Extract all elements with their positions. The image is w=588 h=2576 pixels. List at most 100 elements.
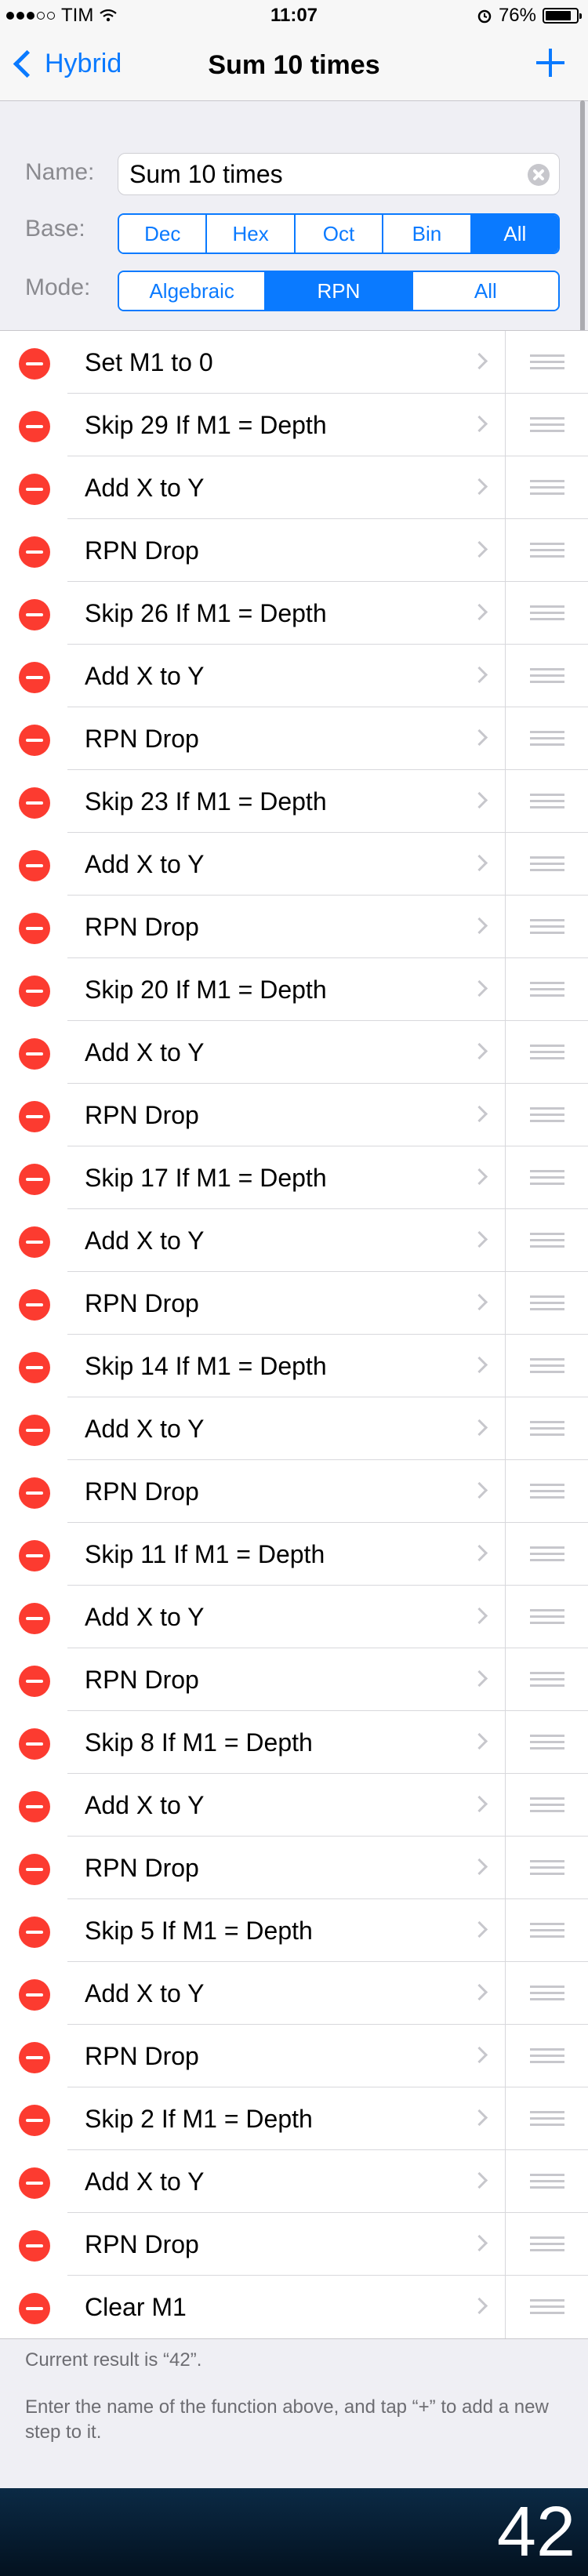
step-row[interactable]: Skip 2 If M1 = Depth	[0, 2087, 588, 2150]
delete-step-icon[interactable]	[19, 1728, 50, 1760]
base-option-bin[interactable]: Bin	[382, 215, 470, 253]
delete-step-icon[interactable]	[19, 1917, 50, 1948]
add-step-button[interactable]	[536, 49, 564, 77]
base-option-dec[interactable]: Dec	[119, 215, 206, 253]
step-row[interactable]: Skip 11 If M1 = Depth	[0, 1523, 588, 1586]
mode-option-all[interactable]: All	[411, 272, 558, 310]
reorder-handle-icon[interactable]	[530, 354, 564, 370]
step-row[interactable]: RPN Drop	[0, 2025, 588, 2087]
step-row[interactable]: Add X to Y	[0, 1962, 588, 2025]
delete-step-icon[interactable]	[19, 913, 50, 944]
step-row[interactable]: RPN Drop	[0, 1648, 588, 1711]
reorder-handle-icon[interactable]	[530, 1233, 564, 1248]
step-row[interactable]: Add X to Y	[0, 833, 588, 896]
base-option-hex[interactable]: Hex	[205, 215, 294, 253]
delete-step-icon[interactable]	[19, 2293, 50, 2324]
step-row[interactable]: RPN Drop	[0, 2213, 588, 2276]
reorder-handle-icon[interactable]	[530, 1484, 564, 1499]
delete-step-icon[interactable]	[19, 348, 50, 380]
reorder-handle-icon[interactable]	[530, 2111, 564, 2127]
step-row[interactable]: Add X to Y	[0, 456, 588, 519]
step-row[interactable]: RPN Drop	[0, 1837, 588, 1899]
delete-step-icon[interactable]	[19, 536, 50, 568]
step-row[interactable]: RPN Drop	[0, 1272, 588, 1335]
step-row[interactable]: Add X to Y	[0, 1209, 588, 1272]
delete-step-icon[interactable]	[19, 1352, 50, 1383]
reorder-handle-icon[interactable]	[530, 1797, 564, 1813]
reorder-handle-icon[interactable]	[530, 417, 564, 433]
reorder-handle-icon[interactable]	[530, 982, 564, 997]
reorder-handle-icon[interactable]	[530, 2174, 564, 2189]
reorder-handle-icon[interactable]	[530, 1986, 564, 2001]
step-row[interactable]: RPN Drop	[0, 519, 588, 582]
clear-icon[interactable]	[528, 164, 550, 186]
step-row[interactable]: Skip 26 If M1 = Depth	[0, 582, 588, 645]
step-row[interactable]: RPN Drop	[0, 1084, 588, 1146]
step-row[interactable]: Skip 17 If M1 = Depth	[0, 1146, 588, 1209]
step-row[interactable]: Skip 14 If M1 = Depth	[0, 1335, 588, 1397]
delete-step-icon[interactable]	[19, 474, 50, 505]
reorder-handle-icon[interactable]	[530, 856, 564, 872]
step-row[interactable]: Skip 20 If M1 = Depth	[0, 958, 588, 1021]
reorder-handle-icon[interactable]	[530, 605, 564, 621]
step-row[interactable]: RPN Drop	[0, 1460, 588, 1523]
delete-step-icon[interactable]	[19, 1164, 50, 1195]
delete-step-icon[interactable]	[19, 2105, 50, 2136]
delete-step-icon[interactable]	[19, 1477, 50, 1509]
reorder-handle-icon[interactable]	[530, 1735, 564, 1750]
step-row[interactable]: Add X to Y	[0, 2150, 588, 2213]
delete-step-icon[interactable]	[19, 1038, 50, 1070]
mode-option-algebraic[interactable]: Algebraic	[119, 272, 265, 310]
delete-step-icon[interactable]	[19, 1289, 50, 1321]
reorder-handle-icon[interactable]	[530, 1045, 564, 1060]
step-row[interactable]: Add X to Y	[0, 645, 588, 707]
reorder-handle-icon[interactable]	[530, 2048, 564, 2064]
reorder-handle-icon[interactable]	[530, 1295, 564, 1311]
step-row[interactable]: Add X to Y	[0, 1397, 588, 1460]
delete-step-icon[interactable]	[19, 2167, 50, 2199]
delete-step-icon[interactable]	[19, 2230, 50, 2262]
reorder-handle-icon[interactable]	[530, 1923, 564, 1938]
delete-step-icon[interactable]	[19, 850, 50, 881]
step-row[interactable]: Skip 8 If M1 = Depth	[0, 1711, 588, 1774]
reorder-handle-icon[interactable]	[530, 2236, 564, 2252]
delete-step-icon[interactable]	[19, 411, 50, 442]
reorder-handle-icon[interactable]	[530, 1546, 564, 1562]
step-row[interactable]: Add X to Y	[0, 1021, 588, 1084]
step-row[interactable]: Add X to Y	[0, 1774, 588, 1837]
reorder-handle-icon[interactable]	[530, 731, 564, 747]
reorder-handle-icon[interactable]	[530, 543, 564, 558]
delete-step-icon[interactable]	[19, 1979, 50, 2011]
delete-step-icon[interactable]	[19, 725, 50, 756]
delete-step-icon[interactable]	[19, 1101, 50, 1132]
step-row[interactable]: Set M1 to 0	[0, 331, 588, 394]
reorder-handle-icon[interactable]	[530, 1609, 564, 1625]
reorder-handle-icon[interactable]	[530, 480, 564, 496]
delete-step-icon[interactable]	[19, 787, 50, 819]
reorder-handle-icon[interactable]	[530, 1358, 564, 1374]
reorder-handle-icon[interactable]	[530, 794, 564, 809]
reorder-handle-icon[interactable]	[530, 1421, 564, 1437]
reorder-handle-icon[interactable]	[530, 1860, 564, 1876]
step-row[interactable]: Clear M1	[0, 2276, 588, 2338]
reorder-handle-icon[interactable]	[530, 919, 564, 935]
delete-step-icon[interactable]	[19, 976, 50, 1007]
reorder-handle-icon[interactable]	[530, 1107, 564, 1123]
step-row[interactable]: Skip 23 If M1 = Depth	[0, 770, 588, 833]
delete-step-icon[interactable]	[19, 1415, 50, 1446]
reorder-handle-icon[interactable]	[530, 668, 564, 684]
step-row[interactable]: Add X to Y	[0, 1586, 588, 1648]
step-row[interactable]: Skip 29 If M1 = Depth	[0, 394, 588, 456]
delete-step-icon[interactable]	[19, 1791, 50, 1822]
delete-step-icon[interactable]	[19, 2042, 50, 2073]
reorder-handle-icon[interactable]	[530, 1672, 564, 1688]
delete-step-icon[interactable]	[19, 662, 50, 693]
base-option-all[interactable]: All	[470, 215, 558, 253]
delete-step-icon[interactable]	[19, 1603, 50, 1634]
reorder-handle-icon[interactable]	[530, 1170, 564, 1186]
step-row[interactable]: Skip 5 If M1 = Depth	[0, 1899, 588, 1962]
delete-step-icon[interactable]	[19, 1540, 50, 1571]
mode-option-rpn[interactable]: RPN	[264, 272, 412, 310]
base-option-oct[interactable]: Oct	[293, 215, 383, 253]
reorder-handle-icon[interactable]	[530, 2299, 564, 2315]
